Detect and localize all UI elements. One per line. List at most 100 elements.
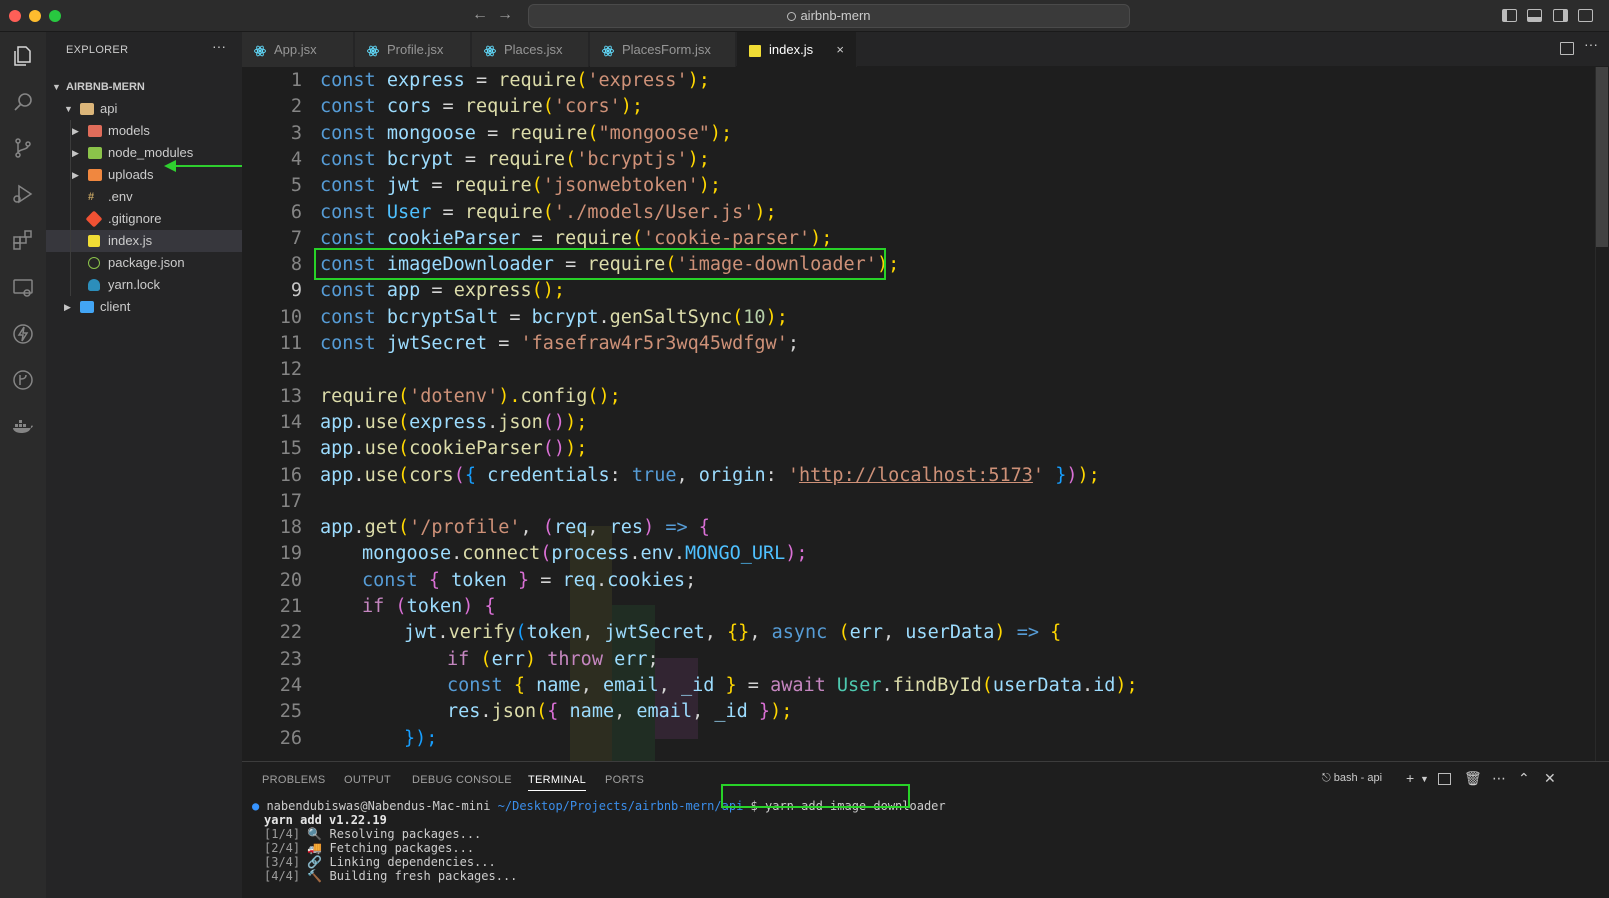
code-line[interactable]: 18 app.get('/profile', (req, res) => { [242, 514, 1609, 541]
chevron-down-icon[interactable]: ▼ [1420, 774, 1429, 784]
code-line[interactable]: 10 const bcryptSalt = bcrypt.genSaltSync(… [242, 304, 1609, 331]
code-line[interactable]: 13 require('dotenv').config(); [242, 383, 1609, 410]
command-center-search[interactable]: airbnb-mern [528, 4, 1130, 28]
git-graph-icon[interactable] [11, 368, 35, 392]
tree-item-node-modules[interactable]: ▶ node_modules [46, 142, 242, 164]
toggle-secondary-sidebar-icon[interactable] [1553, 9, 1568, 22]
editor-more-icon[interactable]: ··· [1584, 36, 1598, 52]
line-number: 11 [279, 333, 302, 354]
code-line[interactable]: 21 if (token) { [242, 593, 1609, 620]
tab-terminal[interactable]: TERMINAL [528, 774, 587, 791]
folder-icon [88, 147, 102, 159]
code-line[interactable]: 14 app.use(express.json()); [242, 409, 1609, 436]
explorer-icon[interactable] [11, 44, 35, 68]
workspace-title: airbnb-mern [800, 8, 871, 23]
code-line[interactable]: 1 const express = require('express'); [242, 67, 1609, 94]
code-line[interactable]: 24 const { name, email, _id } = await Use… [242, 672, 1609, 699]
minimize-window-button[interactable] [29, 10, 41, 22]
trash-icon[interactable]: 🗑 [1464, 770, 1482, 787]
tab-label: App.jsx [274, 42, 317, 57]
close-tab-icon[interactable]: × [836, 32, 844, 67]
maximize-panel-icon[interactable]: ⌃ [1518, 770, 1530, 787]
search-icon [787, 12, 797, 21]
tree-item-gitignore[interactable]: .gitignore [46, 208, 242, 230]
folder-icon [88, 169, 102, 181]
code-line[interactable]: 2 const cors = require('cors'); [242, 93, 1609, 120]
split-editor-icon[interactable] [1560, 42, 1574, 55]
tab-ports[interactable]: PORTS [605, 774, 644, 786]
tab-debug-console[interactable]: DEBUG CONSOLE [412, 774, 512, 786]
code-line[interactable]: 19 mongoose.connect(process.env.MONGO_URL… [242, 540, 1609, 567]
new-terminal-icon[interactable]: + [1406, 770, 1414, 786]
activity-bar [0, 32, 46, 898]
code-line[interactable]: 25 res.json({ name, email, _id }); [242, 698, 1609, 725]
run-debug-icon[interactable] [11, 182, 35, 206]
code-line[interactable]: 4 const bcrypt = require('bcryptjs'); [242, 146, 1609, 173]
tree-item-api[interactable]: ▼ api [46, 98, 242, 120]
code-line[interactable]: 20 const { token } = req.cookies; [242, 567, 1609, 594]
back-arrow-icon[interactable]: ← [472, 6, 488, 24]
toggle-sidebar-icon[interactable] [1502, 9, 1517, 22]
code-line[interactable]: 11 const jwtSecret = 'fasefraw4r5r3wq45wd… [242, 330, 1609, 357]
tree-item-index-js[interactable]: index.js [46, 230, 242, 252]
line-number: 4 [290, 148, 302, 170]
code-text: const mongoose = require("mongoose"); [320, 122, 733, 144]
tab-placesform-jsx[interactable]: PlacesForm.jsx [590, 32, 736, 67]
customize-layout-icon[interactable] [1578, 9, 1593, 22]
terminal-shell-selector[interactable]: ⎋ bash - api [1322, 772, 1382, 785]
tab-app-jsx[interactable]: App.jsx [242, 32, 354, 67]
forward-arrow-icon[interactable]: → [497, 6, 513, 24]
maximize-window-button[interactable] [49, 10, 61, 22]
tab-profile-jsx[interactable]: Profile.jsx [355, 32, 471, 67]
code-line[interactable]: 5 const jwt = require('jsonwebtoken'); [242, 172, 1609, 199]
workspace-root[interactable]: ▼ AIRBNB-MERN [46, 76, 242, 98]
code-text: app.use(express.json()); [320, 411, 588, 433]
tree-item-label: .env [108, 189, 133, 204]
scrollbar-thumb[interactable] [1596, 67, 1608, 247]
source-control-icon[interactable] [11, 136, 35, 160]
code-editor[interactable]: 1 const express = require('express'); 2 con… [242, 67, 1609, 761]
tab-problems[interactable]: PROBLEMS [262, 774, 326, 786]
line-number: 12 [279, 359, 302, 381]
code-line[interactable]: 15 app.use(cookieParser()); [242, 435, 1609, 462]
npm-file-icon [88, 257, 100, 269]
tree-item-uploads[interactable]: ▶ uploads [46, 164, 242, 186]
tree-item-package-json[interactable]: package.json [46, 252, 242, 274]
react-icon [602, 45, 614, 57]
react-icon [484, 45, 496, 57]
title-bar: ← → airbnb-mern [0, 0, 1609, 32]
close-window-button[interactable] [9, 10, 21, 22]
code-line[interactable]: 16 app.use(cors({ credentials: true, orig… [242, 462, 1609, 489]
tab-places-jsx[interactable]: Places.jsx [472, 32, 589, 67]
code-line[interactable]: 12 [242, 356, 1609, 383]
close-panel-icon[interactable]: ✕ [1544, 770, 1556, 787]
code-line[interactable]: 6 const User = require('./models/User.js'… [242, 199, 1609, 226]
tab-output[interactable]: OUTPUT [344, 774, 391, 786]
explorer-sidebar: EXPLORER ··· ▼ AIRBNB-MERN ▼ api ▶ model… [46, 32, 242, 898]
code-line[interactable]: 3 const mongoose = require("mongoose"); [242, 120, 1609, 147]
split-terminal-icon[interactable] [1438, 773, 1451, 785]
terminal-more-icon[interactable]: ⋯ [1492, 770, 1506, 787]
tree-item-models[interactable]: ▶ models [46, 120, 242, 142]
tree-item-client[interactable]: ▶ client [46, 296, 242, 318]
thunder-client-icon[interactable] [11, 322, 35, 346]
tree-item-env[interactable]: # .env [46, 186, 242, 208]
line-number: 10 [279, 306, 302, 328]
code-line[interactable]: 22 jwt.verify(token, jwtSecret, {}, async… [242, 619, 1609, 646]
search-view-icon[interactable] [11, 90, 35, 114]
toggle-panel-icon[interactable] [1527, 9, 1542, 22]
code-line[interactable]: 23 if (err) throw err; [242, 646, 1609, 673]
editor-scrollbar[interactable] [1595, 67, 1609, 761]
more-actions-icon[interactable]: ··· [212, 38, 226, 54]
code-line[interactable]: 17 [242, 488, 1609, 515]
code-text: if (token) { [362, 596, 496, 617]
extensions-icon[interactable] [11, 228, 35, 252]
terminal-output-line: [4/4] 🔨 Building fresh packages... [264, 869, 518, 883]
remote-explorer-icon[interactable] [11, 276, 35, 300]
docker-icon[interactable] [11, 414, 35, 438]
code-line[interactable]: 26}); [242, 725, 1609, 752]
code-text: const app = express(); [320, 280, 566, 302]
tree-item-yarn-lock[interactable]: yarn.lock [46, 274, 242, 296]
tab-index-js[interactable]: index.js × [737, 32, 857, 67]
code-line[interactable]: 9 const app = express(); [242, 277, 1609, 304]
